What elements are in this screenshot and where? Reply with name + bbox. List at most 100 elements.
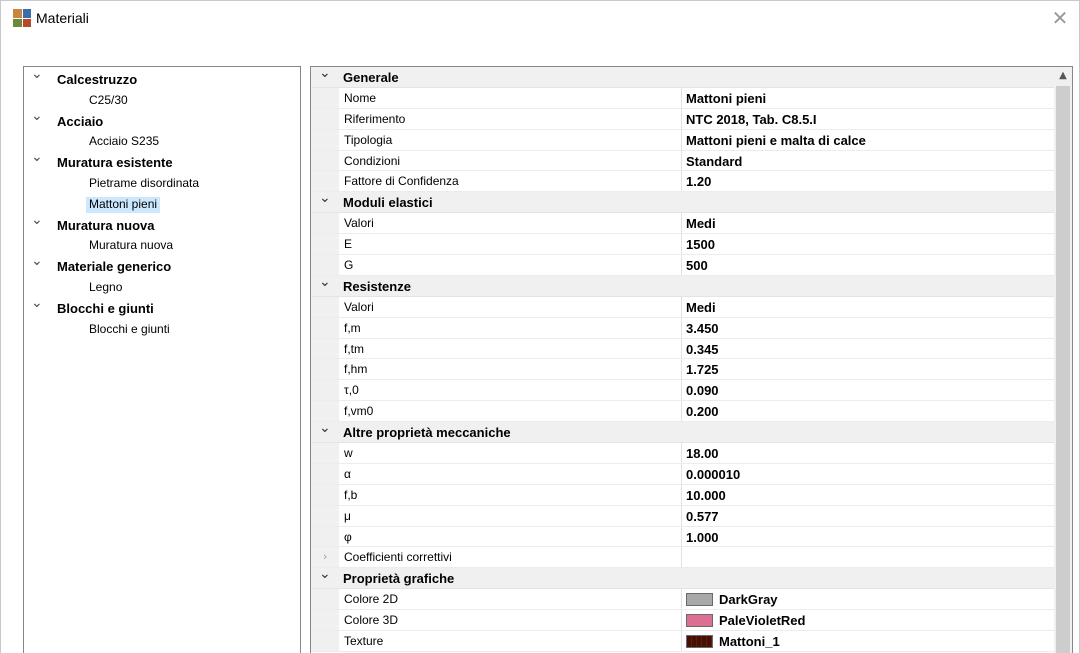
property-value[interactable]: 0.000010 bbox=[686, 467, 740, 482]
property-value[interactable]: 1500 bbox=[686, 237, 715, 252]
column-divider[interactable] bbox=[681, 443, 682, 463]
category-row[interactable]: ⌄ Moduli elastici bbox=[311, 190, 1055, 214]
property-value[interactable]: Mattoni pieni bbox=[686, 91, 766, 106]
property-value[interactable]: DarkGray bbox=[719, 592, 778, 607]
property-value[interactable]: PaleVioletRed bbox=[719, 613, 805, 628]
chevron-down-icon[interactable]: ⌄ bbox=[31, 149, 43, 165]
column-divider[interactable] bbox=[681, 359, 682, 380]
column-divider[interactable] bbox=[681, 255, 682, 275]
property-row[interactable]: Riferimento NTC 2018, Tab. C8.5.I bbox=[311, 108, 1055, 130]
chevron-right-icon[interactable]: › bbox=[323, 550, 327, 563]
column-divider[interactable] bbox=[681, 213, 682, 234]
chevron-down-icon[interactable]: ⌄ bbox=[31, 295, 43, 311]
tree-item[interactable]: Blocchi e giunti bbox=[24, 319, 300, 339]
property-value[interactable]: 0.577 bbox=[686, 509, 719, 524]
materials-tree[interactable]: ⌄ Calcestruzzo C25/30 ⌄ Acciaio Acciaio S235 ⌄… bbox=[23, 66, 301, 653]
tree-group-5[interactable]: ⌄ Blocchi e giunti bbox=[24, 295, 300, 318]
column-divider[interactable] bbox=[681, 296, 682, 317]
category-row[interactable]: ⌄ Proprietà grafiche bbox=[311, 566, 1055, 590]
chevron-down-icon[interactable]: ⌄ bbox=[319, 190, 331, 206]
column-divider[interactable] bbox=[681, 87, 682, 108]
property-value[interactable]: Mattoni_1 bbox=[719, 634, 780, 649]
close-icon[interactable]: ✕ bbox=[1047, 5, 1073, 31]
column-divider[interactable] bbox=[681, 401, 682, 422]
property-value[interactable]: 0.090 bbox=[686, 383, 719, 398]
property-value[interactable]: 1.20 bbox=[686, 174, 711, 189]
property-row[interactable]: μ 0.577 bbox=[311, 505, 1055, 527]
property-row[interactable]: Texture Mattoni_1 bbox=[311, 631, 1055, 652]
property-value[interactable]: NTC 2018, Tab. C8.5.I bbox=[686, 112, 817, 127]
tree-item[interactable]: C25/30 bbox=[24, 90, 300, 110]
column-divider[interactable] bbox=[681, 484, 682, 505]
property-row[interactable]: w 18.00 bbox=[311, 443, 1055, 464]
scroll-up-arrow-icon[interactable]: ▲ bbox=[1054, 67, 1072, 85]
column-divider[interactable] bbox=[681, 610, 682, 631]
column-divider[interactable] bbox=[681, 526, 682, 547]
property-row[interactable]: Colore 2D DarkGray bbox=[311, 589, 1055, 611]
tree-item[interactable]: Muratura nuova bbox=[24, 235, 300, 255]
category-row[interactable]: ⌄ Resistenze bbox=[311, 274, 1055, 297]
property-value[interactable]: Standard bbox=[686, 154, 742, 169]
column-divider[interactable] bbox=[681, 463, 682, 484]
tree-group-1[interactable]: ⌄ Acciaio bbox=[24, 108, 300, 131]
property-value[interactable]: 18.00 bbox=[686, 446, 719, 461]
tree-item[interactable]: Legno bbox=[24, 277, 300, 297]
property-value[interactable]: 1.725 bbox=[686, 362, 719, 377]
property-value[interactable]: 500 bbox=[686, 258, 708, 273]
property-value[interactable]: 3.450 bbox=[686, 321, 719, 336]
column-divider[interactable] bbox=[681, 129, 682, 150]
chevron-down-icon[interactable]: ⌄ bbox=[31, 212, 43, 228]
scroll-thumb[interactable] bbox=[1056, 86, 1070, 653]
property-value[interactable]: 10.000 bbox=[686, 488, 726, 503]
column-divider[interactable] bbox=[681, 631, 682, 651]
property-row[interactable]: Nome Mattoni pieni bbox=[311, 87, 1055, 109]
property-row[interactable]: Colore 3D PaleVioletRed bbox=[311, 610, 1055, 632]
property-row[interactable]: φ 1.000 bbox=[311, 526, 1055, 548]
property-row[interactable]: E 1500 bbox=[311, 234, 1055, 256]
property-value[interactable]: Medi bbox=[686, 300, 716, 315]
tree-group-2[interactable]: ⌄ Muratura esistente bbox=[24, 149, 300, 172]
chevron-down-icon[interactable]: ⌄ bbox=[319, 274, 331, 290]
property-row[interactable]: f,vm0 0.200 bbox=[311, 401, 1055, 423]
column-divider[interactable] bbox=[681, 171, 682, 192]
category-row[interactable]: ⌄ Generale bbox=[311, 67, 1055, 88]
chevron-down-icon[interactable]: ⌄ bbox=[319, 67, 331, 81]
property-row[interactable]: Valori Medi bbox=[311, 213, 1055, 235]
chevron-down-icon[interactable]: ⌄ bbox=[31, 66, 43, 82]
column-divider[interactable] bbox=[681, 338, 682, 359]
property-row[interactable]: › Coefficienti correttivi bbox=[311, 547, 1055, 569]
property-row[interactable]: f,tm 0.345 bbox=[311, 338, 1055, 360]
property-row[interactable]: f,m 3.450 bbox=[311, 317, 1055, 339]
property-row[interactable]: Tipologia Mattoni pieni e malta di calce bbox=[311, 129, 1055, 151]
property-row[interactable]: α 0.000010 bbox=[311, 463, 1055, 485]
property-value[interactable]: 0.345 bbox=[686, 342, 719, 357]
chevron-down-icon[interactable]: ⌄ bbox=[319, 420, 331, 436]
column-divider[interactable] bbox=[681, 317, 682, 338]
property-row[interactable]: f,b 10.000 bbox=[311, 484, 1055, 506]
tree-item[interactable]: Pietrame disordinata bbox=[24, 173, 300, 193]
column-divider[interactable] bbox=[681, 234, 682, 255]
chevron-down-icon[interactable]: ⌄ bbox=[31, 253, 43, 269]
vertical-scrollbar[interactable]: ▲ bbox=[1054, 67, 1072, 653]
property-value[interactable]: 1.000 bbox=[686, 530, 719, 545]
property-row[interactable]: Valori Medi bbox=[311, 296, 1055, 318]
column-divider[interactable] bbox=[681, 150, 682, 171]
property-row[interactable]: Condizioni Standard bbox=[311, 150, 1055, 172]
property-value[interactable]: Medi bbox=[686, 216, 716, 231]
column-divider[interactable] bbox=[681, 380, 682, 401]
tree-group-0[interactable]: ⌄ Calcestruzzo bbox=[24, 66, 300, 89]
column-divider[interactable] bbox=[681, 547, 682, 568]
property-value[interactable]: 0.200 bbox=[686, 404, 719, 419]
tree-group-3[interactable]: ⌄ Muratura nuova bbox=[24, 212, 300, 235]
property-grid[interactable]: ⌄ Generale Nome Mattoni pieni Riferimento NTC… bbox=[310, 66, 1073, 653]
chevron-down-icon[interactable]: ⌄ bbox=[31, 108, 43, 124]
column-divider[interactable] bbox=[681, 108, 682, 129]
column-divider[interactable] bbox=[681, 589, 682, 610]
tree-item[interactable]: Acciaio S235 bbox=[24, 131, 300, 151]
tree-item[interactable]: Mattoni pieni bbox=[24, 194, 300, 214]
tree-group-4[interactable]: ⌄ Materiale generico bbox=[24, 253, 300, 276]
chevron-down-icon[interactable]: ⌄ bbox=[319, 566, 331, 582]
property-row[interactable]: f,hm 1.725 bbox=[311, 359, 1055, 381]
category-row[interactable]: ⌄ Altre proprietà meccaniche bbox=[311, 420, 1055, 444]
property-row[interactable]: Fattore di Confidenza 1.20 bbox=[311, 171, 1055, 193]
